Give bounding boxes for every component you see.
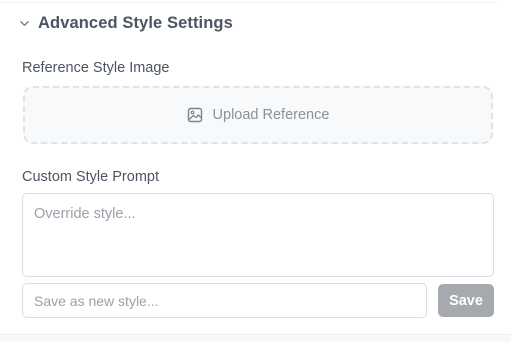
bottom-divider [0, 334, 511, 342]
section-toggle[interactable]: Advanced Style Settings [18, 14, 233, 33]
save-style-button[interactable]: Save [438, 284, 494, 317]
custom-style-prompt-input[interactable] [22, 193, 494, 277]
save-as-new-style-input[interactable] [22, 283, 427, 318]
custom-style-prompt-label: Custom Style Prompt [22, 169, 159, 185]
section-title: Advanced Style Settings [38, 14, 233, 32]
advanced-style-settings-panel: Advanced Style Settings Reference Style … [0, 0, 511, 342]
image-icon [187, 107, 203, 123]
top-divider [0, 2, 497, 3]
upload-reference-dropzone[interactable]: Upload Reference [23, 86, 493, 144]
chevron-down-icon [18, 18, 30, 30]
upload-reference-label: Upload Reference [212, 107, 330, 123]
reference-style-image-label: Reference Style Image [22, 60, 170, 76]
